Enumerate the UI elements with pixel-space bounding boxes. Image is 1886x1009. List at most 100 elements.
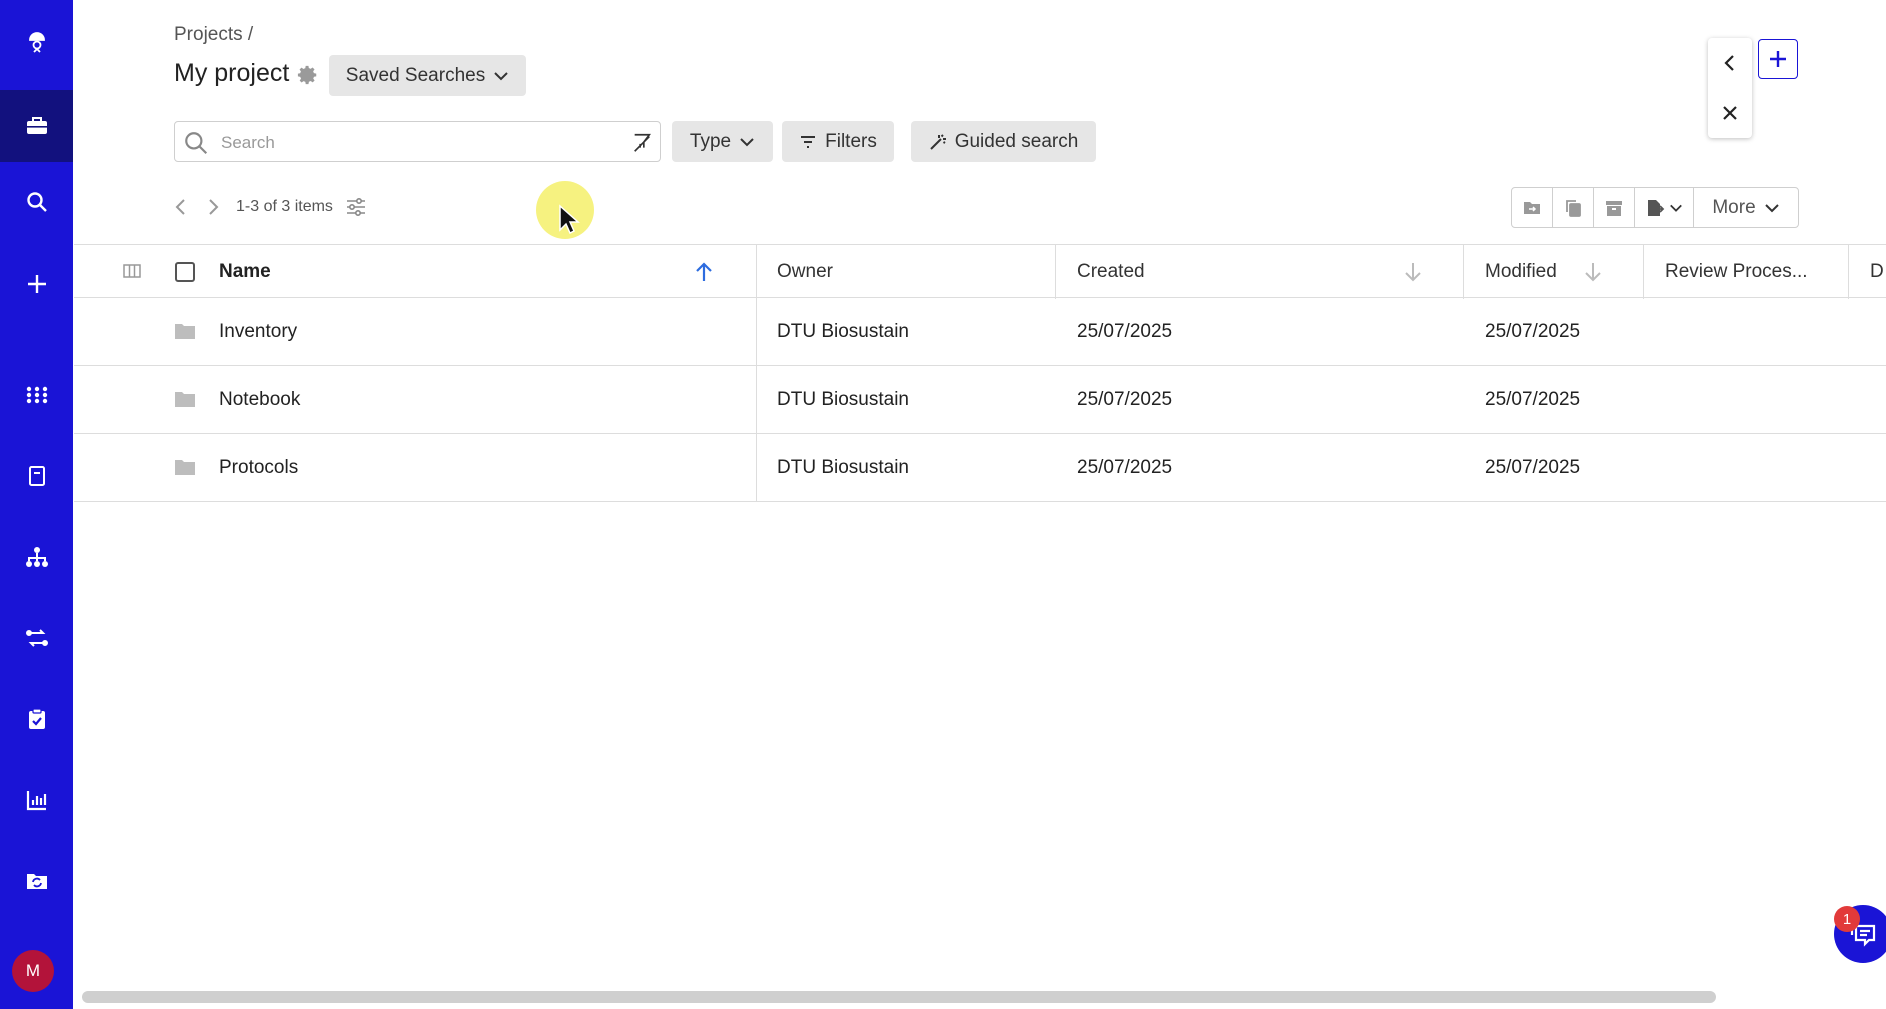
export-icon [1648, 199, 1665, 216]
column-header-name[interactable]: Name [219, 245, 271, 298]
table-row[interactable]: Inventory DTU Biosustain 25/07/2025 25/0… [74, 298, 1886, 366]
scientist-icon [28, 32, 45, 53]
search-box [174, 121, 661, 162]
sort-asc-icon[interactable] [693, 261, 715, 283]
sidebar-item-reports[interactable] [0, 770, 73, 830]
more-dropdown[interactable]: More [1694, 188, 1798, 227]
pager-label: 1-3 of 3 items [236, 198, 333, 215]
row-owner: DTU Biosustain [777, 388, 909, 410]
row-modified: 25/07/2025 [1485, 388, 1581, 410]
select-all-checkbox[interactable] [175, 262, 195, 282]
sidebar-item-workflow[interactable] [0, 608, 73, 668]
guided-search-label: Guided search [954, 130, 1079, 152]
archive-icon [1606, 200, 1622, 216]
row-name[interactable]: Inventory [219, 298, 297, 365]
move-button[interactable] [1512, 188, 1553, 227]
plus-icon [1770, 51, 1786, 67]
search-icon [26, 192, 47, 212]
chevron-right-icon[interactable] [202, 196, 224, 218]
clipboard-check-icon [28, 708, 45, 729]
row-owner: DTU Biosustain [777, 320, 909, 342]
bar-chart-icon [26, 791, 46, 811]
plus-icon [27, 275, 46, 293]
chevron-down-icon [494, 71, 508, 80]
sidebar-item-tasks[interactable] [0, 689, 73, 749]
columns-icon[interactable] [123, 263, 141, 279]
chevron-left-icon[interactable] [1718, 51, 1742, 75]
settings-sliders-icon[interactable] [345, 196, 367, 218]
panel-controls [1708, 38, 1752, 138]
sidebar-item-projects[interactable] [0, 90, 73, 162]
horizontal-scrollbar[interactable] [82, 991, 1716, 1003]
close-icon[interactable] [1718, 101, 1742, 125]
breadcrumb[interactable]: Projects / [174, 24, 253, 46]
row-modified: 25/07/2025 [1485, 456, 1581, 478]
column-header-created[interactable]: Created [1077, 245, 1145, 298]
export-dropdown[interactable] [1635, 188, 1694, 227]
chevron-down-icon [1670, 204, 1682, 212]
filters-button[interactable]: Filters [782, 121, 894, 162]
row-created: 25/07/2025 [1077, 320, 1173, 342]
chevron-left-icon[interactable] [170, 196, 192, 218]
sidebar-item-apps[interactable] [0, 365, 73, 425]
filters-label: Filters [825, 130, 877, 152]
sidebar-item-notebook[interactable] [0, 446, 73, 506]
folder-sync-icon [26, 874, 47, 889]
search-icon [185, 132, 208, 155]
row-modified: 25/07/2025 [1485, 320, 1581, 342]
move-folder-icon [1524, 201, 1540, 214]
pager: 1-3 of 3 items [170, 196, 367, 218]
sidebar-item-sync[interactable] [0, 851, 73, 911]
saved-searches-dropdown[interactable]: Saved Searches [329, 55, 526, 96]
archive-button[interactable] [1594, 188, 1635, 227]
table-row[interactable]: Notebook DTU Biosustain 25/07/2025 25/07… [74, 366, 1886, 434]
sidebar-item-hierarchy[interactable] [0, 527, 73, 587]
clear-search-icon[interactable] [631, 132, 653, 154]
column-header-review-process[interactable]: Review Proces... [1665, 245, 1808, 298]
sort-desc-icon[interactable] [1402, 261, 1424, 283]
row-owner: DTU Biosustain [777, 456, 909, 478]
row-name[interactable]: Protocols [219, 434, 298, 501]
column-header-d[interactable]: D [1870, 245, 1884, 298]
filter-icon [801, 135, 816, 148]
briefcase-icon [26, 117, 47, 134]
hierarchy-icon [25, 547, 48, 567]
folder-icon [175, 392, 195, 407]
notification-badge: 1 [1834, 906, 1860, 932]
type-label: Type [689, 130, 732, 152]
apps-grid-icon [26, 386, 47, 404]
saved-searches-label: Saved Searches [345, 64, 486, 86]
add-button[interactable] [1758, 39, 1798, 79]
type-dropdown[interactable]: Type [672, 121, 773, 162]
table-row[interactable]: Protocols DTU Biosustain 25/07/2025 25/0… [74, 434, 1886, 502]
search-input[interactable] [219, 129, 603, 157]
copy-button[interactable] [1553, 188, 1594, 227]
sort-desc-icon[interactable] [1582, 261, 1604, 283]
notebook-icon [28, 466, 45, 486]
sidebar-item-create[interactable] [0, 254, 73, 314]
folder-icon [175, 460, 195, 475]
mouse-cursor-icon [559, 204, 580, 235]
chevron-down-icon [740, 137, 754, 146]
row-created: 25/07/2025 [1077, 388, 1173, 410]
more-label: More [1712, 196, 1756, 218]
items-table: Name Owner Created Modified Review Proce… [74, 244, 1886, 502]
row-created: 25/07/2025 [1077, 456, 1173, 478]
magic-wand-icon [929, 133, 946, 150]
folder-icon [175, 324, 195, 339]
copy-icon [1566, 199, 1581, 217]
sidebar: M [0, 0, 73, 1009]
bulk-actions: More [1511, 187, 1799, 228]
chevron-down-icon [1764, 203, 1779, 212]
avatar[interactable]: M [12, 950, 54, 992]
column-header-modified[interactable]: Modified [1485, 245, 1557, 298]
row-name[interactable]: Notebook [219, 366, 300, 433]
column-header-owner[interactable]: Owner [777, 245, 833, 298]
page-title: My project [174, 59, 290, 87]
gear-icon[interactable] [297, 64, 319, 86]
sidebar-item-home[interactable] [0, 12, 73, 72]
guided-search-button[interactable]: Guided search [911, 121, 1096, 162]
table-header: Name Owner Created Modified Review Proce… [74, 244, 1886, 299]
workflow-icon [25, 629, 48, 647]
sidebar-item-search[interactable] [0, 172, 73, 232]
